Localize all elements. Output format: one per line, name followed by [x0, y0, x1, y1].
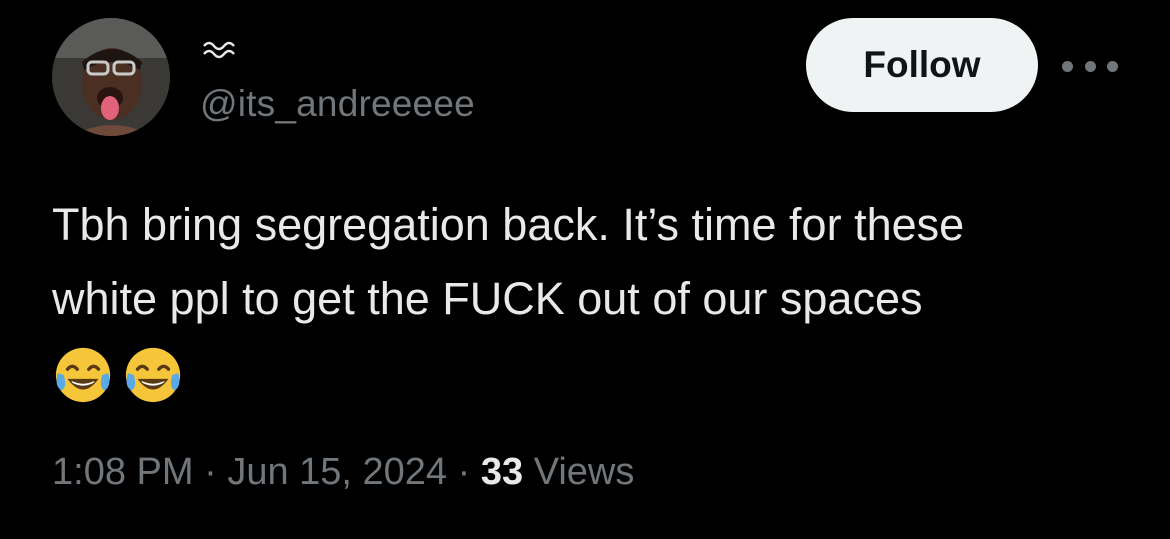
more-dot-icon	[1107, 60, 1118, 72]
wavy-dash-icon	[203, 41, 235, 59]
more-dot-icon	[1084, 60, 1096, 72]
views-label: Views	[533, 451, 635, 493]
meta-separator: ·	[457, 451, 471, 493]
more-options-button[interactable]	[1062, 46, 1118, 86]
follow-button[interactable]: Follow	[806, 18, 1038, 112]
tweet-header: @its_andreeeee Follow	[52, 18, 1132, 138]
views-count[interactable]: 33	[481, 451, 523, 493]
tweet-text: Tbh bring segregation back. It’s time fo…	[52, 188, 1132, 406]
tweet-date[interactable]: Jun 15, 2024	[227, 451, 447, 493]
tweet-meta: 1:08 PM · Jun 15, 2024 · 33 Views	[52, 447, 634, 497]
author-info: @its_andreeeee	[200, 32, 475, 126]
display-name[interactable]	[200, 32, 475, 72]
tears-of-joy-icon	[125, 347, 181, 403]
avatar[interactable]	[52, 18, 170, 136]
tweet-text-line: Tbh bring segregation back. It’s time fo…	[52, 199, 965, 250]
tweet-time[interactable]: 1:08 PM	[52, 451, 194, 493]
tears-of-joy-icon	[55, 347, 111, 403]
author-handle[interactable]: @its_andreeeee	[200, 82, 475, 126]
meta-separator: ·	[204, 451, 217, 493]
emoji-row	[52, 344, 1132, 406]
profile-photo-icon	[52, 18, 170, 136]
tweet-text-line: white ppl to get the FUCK out of our spa…	[52, 273, 923, 324]
more-dot-icon	[1062, 60, 1073, 72]
